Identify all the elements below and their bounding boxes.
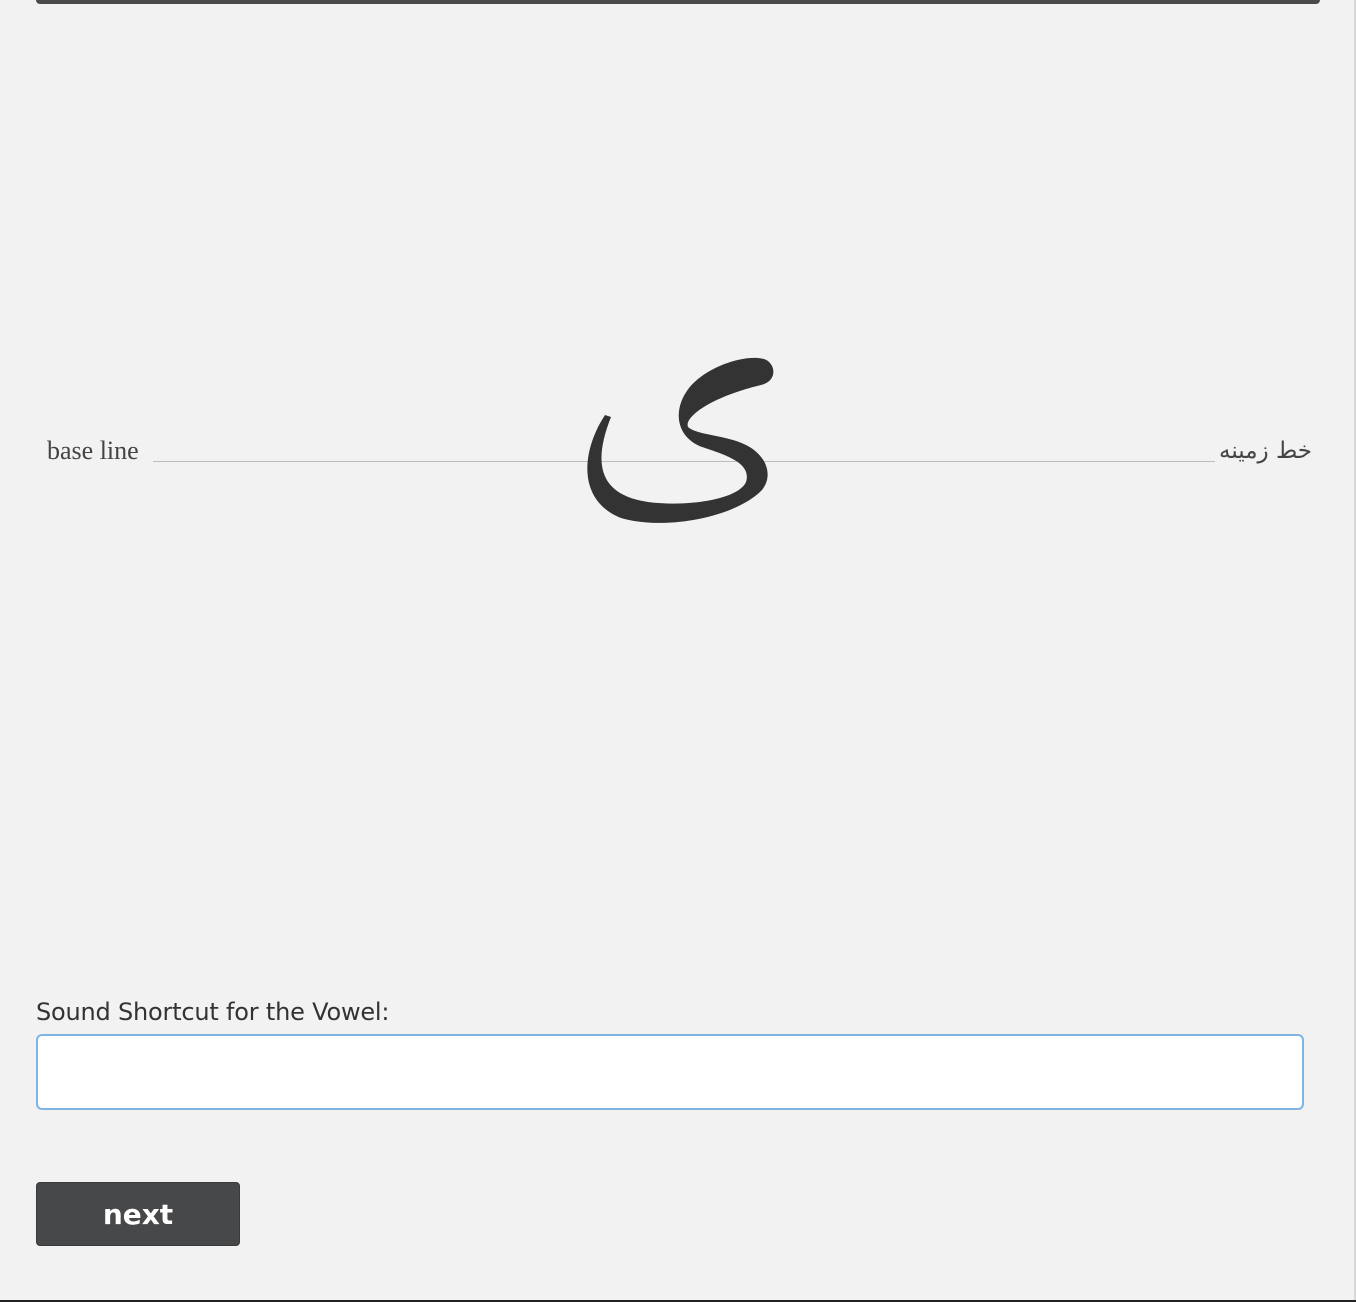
- next-button[interactable]: next: [36, 1182, 240, 1246]
- baseline-label-english: base line: [47, 436, 139, 465]
- persian-letter-ye-glyph: [587, 357, 774, 523]
- top-bar: [36, 0, 1320, 4]
- baseline-label-persian: خط زمینه: [1219, 438, 1312, 464]
- vowel-sound-label: Sound Shortcut for the Vowel:: [36, 998, 390, 1026]
- vowel-sound-input[interactable]: [36, 1034, 1304, 1110]
